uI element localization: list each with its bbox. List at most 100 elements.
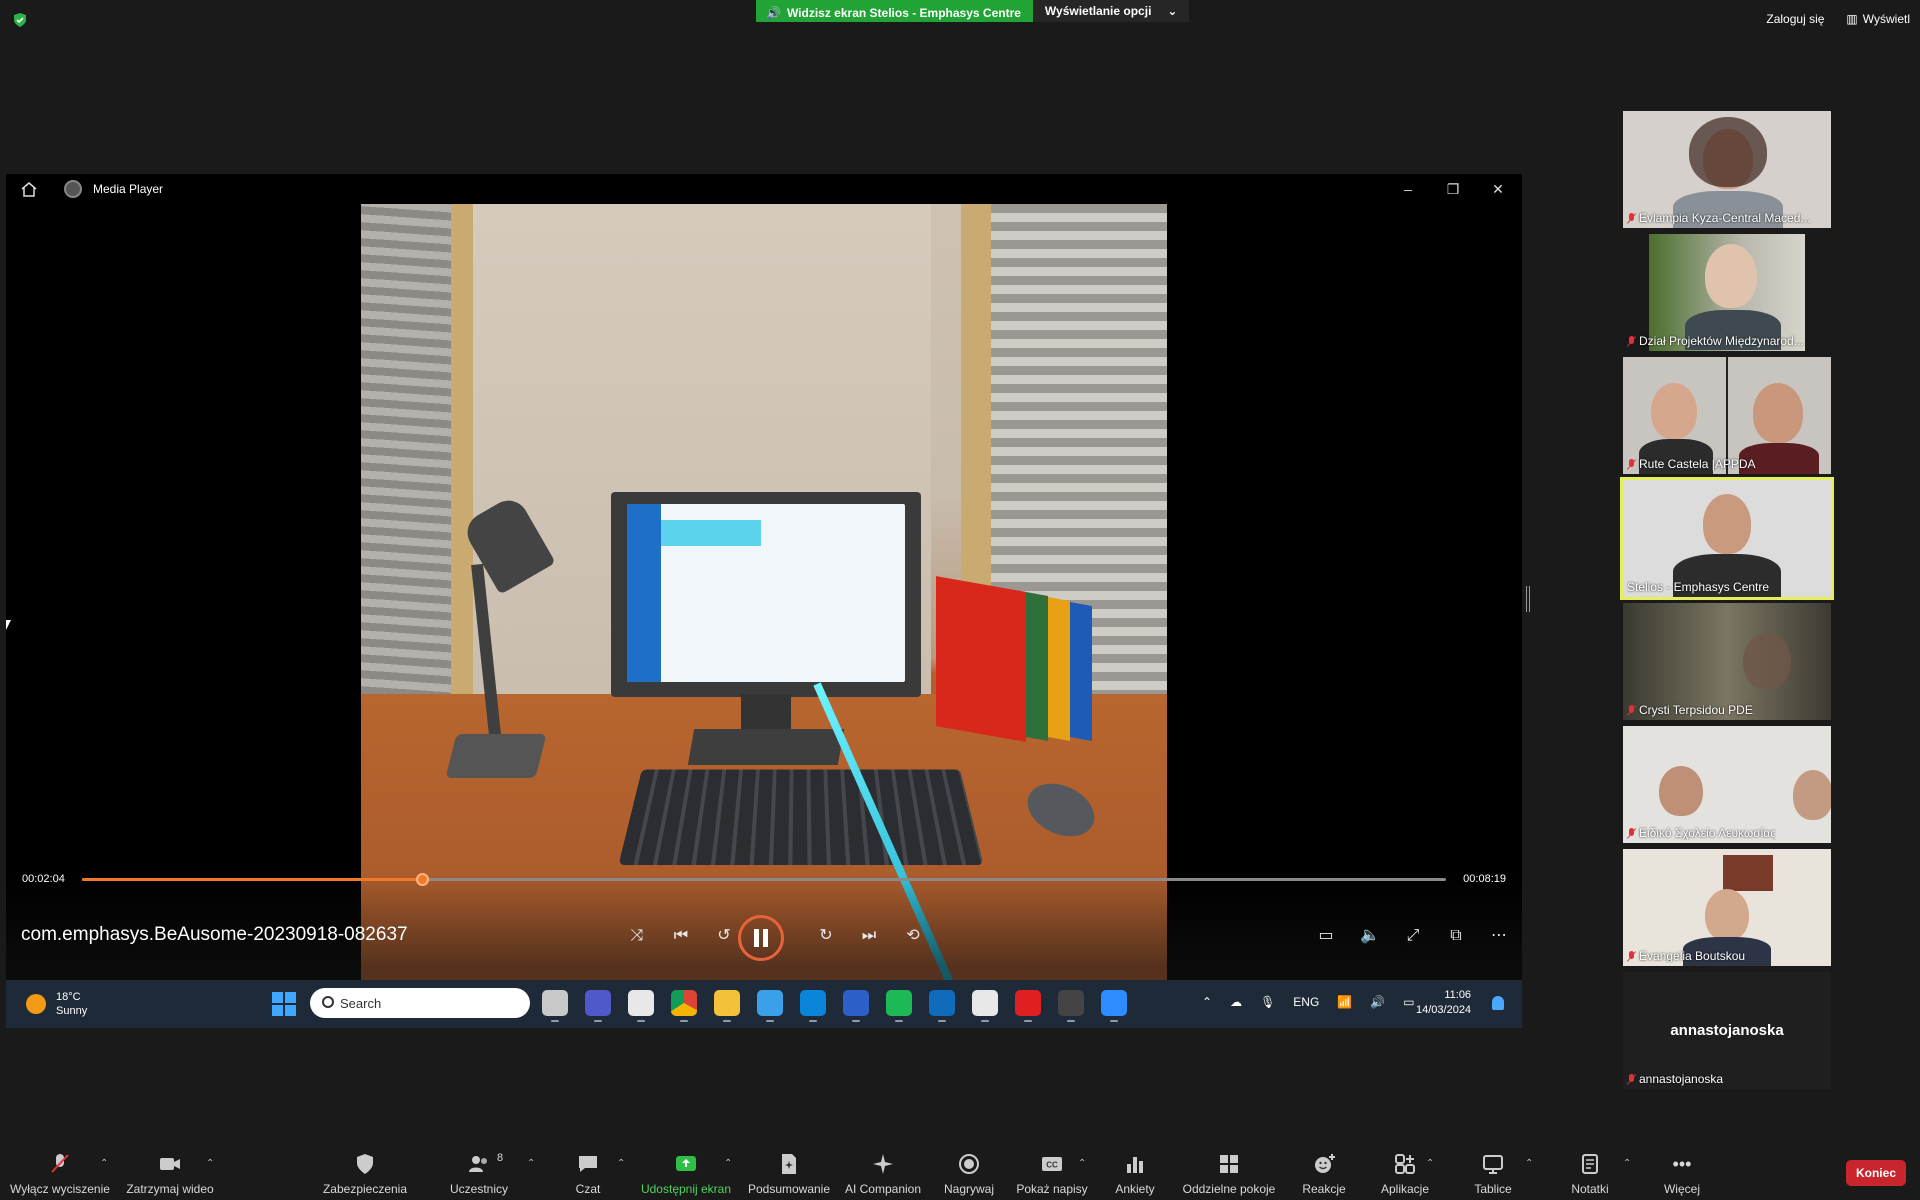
- apps-caret-icon[interactable]: ⌃: [1426, 1158, 1434, 1169]
- skype-icon[interactable]: [800, 990, 826, 1022]
- shuffle-icon[interactable]: ⤨: [623, 922, 651, 950]
- participant-tile[interactable]: Ειδικό Σχολείο Λευκωσίας: [1623, 726, 1831, 843]
- participant-hair: [1689, 117, 1767, 187]
- home-icon[interactable]: [20, 181, 38, 197]
- wifi-icon[interactable]: 📶: [1337, 995, 1352, 1009]
- share-screen-button[interactable]: Udostępnij ekran: [636, 1142, 736, 1200]
- help-icon[interactable]: [757, 990, 783, 1022]
- teams-icon[interactable]: [585, 990, 611, 1022]
- audio-options-caret-icon[interactable]: ⌃: [100, 1158, 108, 1169]
- seek-bar-thumb[interactable]: [415, 873, 429, 886]
- video-book-green: [1026, 592, 1048, 741]
- participant-tile[interactable]: Evangelia Boutskou: [1623, 849, 1831, 966]
- chat-button[interactable]: Czat: [558, 1142, 618, 1200]
- task-view-icon[interactable]: [542, 990, 568, 1022]
- participant-face: [1703, 494, 1751, 554]
- captions-button[interactable]: CC Pokaż napisy: [1010, 1142, 1094, 1200]
- stop-video-button[interactable]: Zatrzymaj wideo: [124, 1142, 216, 1200]
- taskbar-search[interactable]: Search: [310, 988, 530, 1018]
- acrobat-icon[interactable]: [1015, 990, 1041, 1022]
- previous-icon[interactable]: ⏮: [667, 922, 695, 950]
- whiteboard-icon: [1481, 1152, 1505, 1176]
- video-monitor-sidebar: [627, 504, 661, 682]
- minimize-icon[interactable]: –: [1398, 179, 1418, 199]
- participant-tile[interactable]: Evlampia Kyza-Central Maced...: [1623, 111, 1831, 228]
- whiteboards-button[interactable]: Tablice: [1460, 1142, 1526, 1200]
- participants-button[interactable]: 8 Uczestnicy: [444, 1142, 514, 1200]
- subtitles-icon[interactable]: ▭: [1312, 922, 1340, 950]
- participants-count: 8: [497, 1152, 504, 1164]
- more-button[interactable]: ••• Więcej: [1652, 1142, 1712, 1200]
- participant-tile-active[interactable]: Stelios - Emphasys Centre: [1620, 477, 1834, 600]
- outlook-icon[interactable]: [929, 990, 955, 1022]
- participant-tile[interactable]: Rute Castela |APPDA: [1623, 357, 1831, 474]
- share-caret-icon[interactable]: ⌃: [724, 1158, 732, 1169]
- participant-tile[interactable]: Crysti Terpsidou PDE: [1623, 603, 1831, 720]
- captions-label: Pokaż napisy: [1016, 1182, 1088, 1196]
- polls-button[interactable]: Ankiety: [1104, 1142, 1166, 1200]
- security-button[interactable]: Zabezpieczenia: [318, 1142, 412, 1200]
- panel-resize-handle[interactable]: [1526, 586, 1530, 612]
- taskbar-clock[interactable]: 11:06 14/03/2024: [1416, 988, 1471, 1018]
- slack-icon[interactable]: [972, 990, 998, 1022]
- participant-label: annastojanoska: [1639, 1072, 1724, 1086]
- volume-icon[interactable]: 🔈: [1356, 922, 1384, 950]
- end-meeting-button[interactable]: Koniec: [1846, 1160, 1906, 1186]
- rewind-10-icon[interactable]: ↺: [710, 922, 738, 950]
- captions-caret-icon[interactable]: ⌃: [1078, 1158, 1086, 1169]
- apps-button[interactable]: Aplikacje: [1370, 1142, 1440, 1200]
- file-explorer-icon[interactable]: [714, 990, 740, 1022]
- language-indicator[interactable]: ENG: [1293, 995, 1319, 1009]
- restore-icon[interactable]: ❐: [1443, 179, 1463, 199]
- notification-bell-icon[interactable]: [1492, 996, 1504, 1010]
- windows-start-icon[interactable]: [272, 992, 296, 1016]
- more-options-icon[interactable]: ⋯: [1485, 922, 1513, 950]
- stop-video-label: Zatrzymaj wideo: [126, 1182, 214, 1196]
- store-icon[interactable]: [628, 990, 654, 1022]
- participant-label: Rute Castela |APPDA: [1639, 457, 1756, 471]
- miniplayer-icon[interactable]: ⧉: [1442, 922, 1470, 950]
- participant-name: annastojanoska: [1627, 1072, 1723, 1086]
- participant-tile[interactable]: annastojanoska annastojanoska: [1623, 972, 1831, 1089]
- notes-button[interactable]: Notatki: [1558, 1142, 1622, 1200]
- chat-caret-icon[interactable]: ⌃: [617, 1158, 625, 1169]
- video-options-caret-icon[interactable]: ⌃: [206, 1158, 214, 1169]
- next-icon[interactable]: ⏭: [855, 922, 883, 950]
- forward-30-icon[interactable]: ↻: [812, 922, 840, 950]
- ai-companion-button[interactable]: AI Companion: [838, 1142, 928, 1200]
- repeat-off-icon[interactable]: ⟲: [899, 922, 927, 950]
- view-options-button[interactable]: Wyświetlanie opcji ⌄: [1032, 0, 1190, 22]
- weather-widget[interactable]: 18°C Sunny: [56, 990, 87, 1018]
- pause-button[interactable]: [738, 915, 784, 961]
- apps-label: Aplikacje: [1380, 1182, 1430, 1196]
- participant-tile[interactable]: Dział Projektów Międzynarod...: [1623, 234, 1831, 351]
- spotify-icon[interactable]: [886, 990, 912, 1022]
- weather-sun-icon: [26, 994, 46, 1014]
- notes-caret-icon[interactable]: ⌃: [1623, 1158, 1631, 1169]
- seek-bar[interactable]: [82, 873, 1446, 886]
- media-player-taskbar-icon[interactable]: [1058, 990, 1084, 1022]
- unmute-button[interactable]: Wyłącz wyciszenie: [10, 1142, 110, 1200]
- record-button[interactable]: Nagrywaj: [934, 1142, 1004, 1200]
- summary-button[interactable]: Podsumowanie: [742, 1142, 836, 1200]
- sign-in-link[interactable]: Zaloguj się: [1766, 12, 1824, 26]
- onedrive-icon[interactable]: ☁: [1230, 995, 1242, 1009]
- weather-condition: Sunny: [56, 1005, 88, 1017]
- speaker-tray-icon[interactable]: 🔊: [1370, 995, 1385, 1009]
- zoom-icon[interactable]: [1101, 990, 1127, 1022]
- webex-icon[interactable]: [843, 990, 869, 1022]
- close-icon[interactable]: ✕: [1488, 179, 1508, 199]
- participants-caret-icon[interactable]: ⌃: [527, 1158, 535, 1169]
- whiteboards-caret-icon[interactable]: ⌃: [1525, 1158, 1533, 1169]
- microphone-icon[interactable]: 🎙: [1260, 995, 1275, 1009]
- system-tray: ⌃ ☁ 🎙 ENG 📶 🔊 ▭: [1202, 995, 1415, 1009]
- chrome-icon[interactable]: [671, 990, 697, 1022]
- view-button[interactable]: ▥ Wyświetl: [1846, 12, 1910, 26]
- video-frame[interactable]: [361, 174, 1167, 980]
- fullscreen-icon[interactable]: ⤢: [1399, 922, 1427, 950]
- participant-face: [1753, 383, 1803, 443]
- battery-icon[interactable]: ▭: [1403, 995, 1414, 1009]
- breakout-rooms-button[interactable]: Oddzielne pokoje: [1178, 1142, 1280, 1200]
- reactions-button[interactable]: Reakcje: [1294, 1142, 1354, 1200]
- chevron-up-icon[interactable]: ⌃: [1202, 995, 1212, 1009]
